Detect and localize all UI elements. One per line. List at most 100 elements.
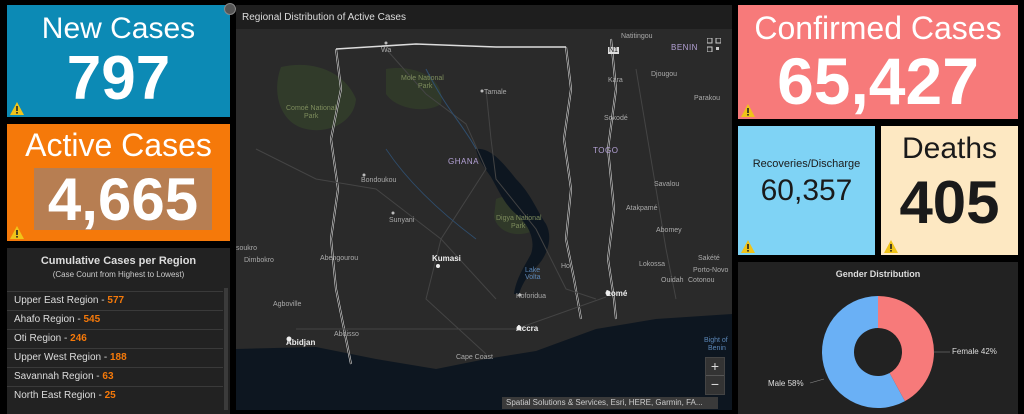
female-label: Female 42% [952, 347, 997, 356]
map-label: Abidjan [286, 338, 316, 347]
region-count: 577 [107, 295, 125, 306]
region-name: North East Region - [14, 390, 105, 401]
map-label: Bondoukou [361, 177, 397, 184]
map-label: N1 [608, 47, 619, 54]
map-label: Dimbokro [244, 257, 274, 264]
map-label: Cape Coast [456, 354, 493, 361]
recoveries-title: Recoveries/Discharge [752, 158, 861, 170]
map-label: Accra [516, 324, 539, 333]
cumulative-title: Cumulative Cases per Region [40, 255, 197, 267]
gender-distribution-panel: Gender Distribution Female 42% Male 58% [738, 262, 1018, 414]
region-name: Oti Region - [14, 333, 71, 344]
region-row[interactable]: Upper East Region - 577 [7, 291, 223, 310]
new-cases-title: New Cases [41, 12, 196, 45]
map-label: Volta [525, 274, 541, 281]
map-canvas[interactable]: Wa Natitingou BENIN N1 Mole National Par… [236, 29, 732, 410]
map-label: TOGO [593, 146, 619, 155]
map-label: Sakété [698, 255, 720, 262]
map-label: Sunyani [389, 217, 415, 224]
zoom-in-button[interactable]: + [706, 358, 724, 376]
qr-code-icon[interactable] [707, 38, 721, 52]
region-count: 545 [83, 314, 101, 325]
map-label: Park [511, 223, 526, 230]
active-cases-highlight: 4,665 [34, 166, 212, 233]
region-count: 63 [102, 371, 114, 382]
recoveries-card[interactable]: Recoveries/Discharge 60,357 [738, 126, 875, 255]
region-name: Savannah Region - [14, 371, 103, 382]
confirmed-title: Confirmed Cases [754, 10, 1002, 46]
map-label: Abomey [656, 227, 682, 234]
map-label: Natitingou [621, 33, 653, 40]
active-cases-card[interactable]: Active Cases 4,665 [7, 124, 230, 241]
map-label: Aboisso [334, 331, 359, 338]
region-name: Upper West Region - [14, 352, 110, 363]
map-label: Savalou [654, 181, 680, 188]
map-label: Lake [525, 267, 541, 274]
region-row[interactable]: Upper West Region - 188 [7, 348, 223, 367]
map-label: Parakou [694, 95, 721, 102]
zoom-controls: + − [705, 357, 725, 395]
deaths-card[interactable]: Deaths 405 [881, 126, 1018, 255]
map-label: BENIN [671, 43, 698, 52]
cumulative-cases-panel: Cumulative Cases per Region (Case Count … [7, 248, 230, 414]
map-label: Benin [708, 345, 726, 352]
map-label: Wa [381, 47, 392, 54]
map-label: Ho [561, 263, 570, 270]
map-title: Regional Distribution of Active Cases [236, 5, 732, 29]
map-graphic [236, 29, 732, 410]
warning-icon[interactable] [884, 240, 898, 253]
map-label: Lomé [606, 289, 628, 298]
zoom-out-button[interactable]: − [706, 376, 724, 394]
map-label: Park [304, 113, 319, 120]
map-label: Abengourou [320, 255, 359, 262]
new-cases-value: 797 [66, 44, 171, 113]
map-label: Kara [608, 77, 623, 84]
warning-icon[interactable] [741, 104, 755, 117]
warning-icon[interactable] [741, 240, 755, 253]
region-count: 188 [109, 352, 127, 363]
map-label: Tamale [484, 89, 507, 96]
map-label: Bight of [704, 337, 728, 344]
active-cases-title: Active Cases [25, 127, 212, 163]
region-row[interactable]: Savannah Region - 63 [7, 367, 223, 386]
gender-donut-chart[interactable]: Female 42% Male 58% [738, 262, 1018, 414]
map-label: Ouidah [661, 277, 684, 284]
region-name: Upper East Region - [14, 295, 108, 306]
warning-icon[interactable] [10, 102, 24, 115]
map-label: Kumasi [432, 254, 461, 263]
map-label: Djougou [651, 71, 678, 78]
map-label: Park [418, 83, 433, 90]
region-count: 246 [70, 333, 87, 344]
deaths-value: 405 [899, 169, 1000, 236]
map-label: Digya National [496, 215, 542, 222]
map-label: GHANA [448, 157, 479, 166]
active-cases-value: 4,665 [47, 166, 199, 233]
warning-icon[interactable] [10, 226, 24, 239]
map-attribution[interactable]: Spatial Solutions & Services, Esri, HERE… [502, 397, 718, 409]
map-label: Comoé National [286, 105, 337, 112]
list-scrollbar[interactable] [224, 288, 228, 410]
region-name: Ahafo Region - [14, 314, 84, 325]
map-label: Lokossa [639, 261, 666, 268]
map-label: soukro [236, 245, 258, 252]
region-row[interactable]: Ahafo Region - 545 [7, 310, 223, 329]
map-label: Cotonou [688, 277, 715, 284]
new-cases-card[interactable]: New Cases 797 [7, 5, 230, 117]
region-row[interactable]: North East Region - 25 [7, 386, 223, 405]
region-row[interactable]: Oti Region - 246 [7, 329, 223, 348]
male-label: Male 58% [768, 379, 804, 388]
map-label: Sokodé [604, 115, 628, 122]
cumulative-subtitle: (Case Count from Highest to Lowest) [52, 270, 185, 279]
expand-icon[interactable] [224, 3, 236, 15]
map-label: Mole National [401, 75, 444, 82]
deaths-title: Deaths [901, 132, 998, 165]
recoveries-value: 60,357 [760, 174, 853, 207]
map-label: Koforidua [516, 293, 546, 300]
map-label: Agboville [273, 301, 302, 308]
male-leader-line [809, 378, 825, 384]
map-panel: Regional Distribution of Active Cases Wa… [236, 5, 732, 410]
map-label: Porto-Novo [693, 267, 729, 274]
map-label: Atakpamé [626, 205, 658, 212]
region-count: 25 [104, 390, 116, 401]
confirmed-cases-card[interactable]: Confirmed Cases 65,427 [738, 5, 1018, 119]
